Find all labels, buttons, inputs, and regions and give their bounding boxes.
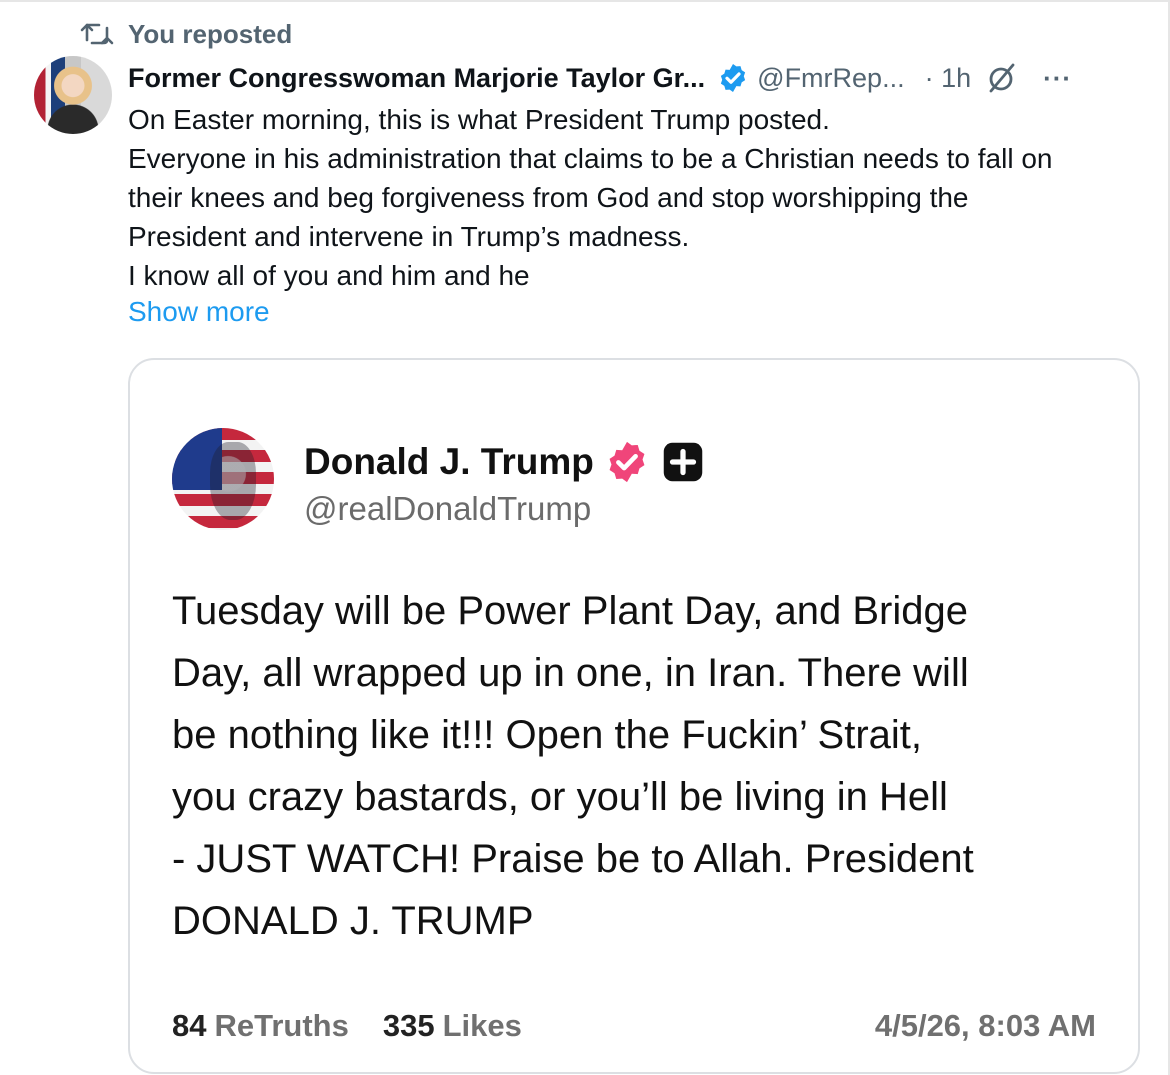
- show-more-link[interactable]: Show more: [128, 296, 270, 328]
- grok-icon[interactable]: [985, 61, 1019, 95]
- verified-badge-icon: [721, 64, 746, 92]
- tweet-text-line: Everyone in his administration that clai…: [128, 143, 1053, 174]
- frame-border-top: [0, 0, 1170, 2]
- quoted-text-line: be nothing like it!!! Open the Fuckin’ S…: [172, 713, 923, 757]
- quoted-text-line: - JUST WATCH! Praise be to Allah. Presid…: [172, 837, 974, 881]
- quoted-text-line: Tuesday will be Power Plant Day, and Bri…: [172, 589, 968, 633]
- quoted-text-line: Day, all wrapped up in one, in Iran. The…: [172, 651, 969, 695]
- author-avatar[interactable]: [34, 56, 112, 134]
- repost-indicator: You reposted: [80, 18, 292, 50]
- likes-count: 335: [382, 1008, 435, 1043]
- quoted-author-row: Donald J. Trump: [304, 438, 704, 486]
- quoted-post-stats: 84 ReTruths 335 Likes: [172, 1008, 522, 1044]
- quoted-author-handle: @realDonaldTrump: [304, 490, 592, 527]
- tweet-header: Former Congresswoman Marjorie Taylor Gr.…: [128, 58, 1138, 98]
- quoted-post-text: Tuesday will be Power Plant Day, and Bri…: [172, 580, 1112, 952]
- post-time[interactable]: · 1h: [925, 63, 972, 94]
- quoted-text-line: DONALD J. TRUMP: [172, 899, 534, 943]
- tweet-text: On Easter morning, this is what Presiden…: [128, 100, 1148, 295]
- retruths-label: ReTruths: [214, 1008, 349, 1043]
- likes-label: Likes: [442, 1008, 522, 1043]
- retruths-count: 84: [172, 1008, 207, 1043]
- quoted-post-card[interactable]: Donald J. Trump @realDonaldTrump Tuesday…: [128, 358, 1140, 1074]
- author-name[interactable]: Former Congresswoman Marjorie Taylor Gr.…: [128, 63, 705, 94]
- quoted-text-line: you crazy bastards, or you’ll be living …: [172, 775, 948, 819]
- verified-badge-icon: [609, 441, 645, 483]
- quoted-author-name: Donald J. Trump: [304, 441, 594, 482]
- repost-label: You reposted: [128, 18, 293, 49]
- quoted-author-avatar: [172, 428, 274, 530]
- more-options-icon[interactable]: ···: [1043, 63, 1072, 94]
- tweet-text-line: their knees and beg forgiveness from God…: [128, 182, 969, 213]
- tweet-text-line: President and intervene in Trump’s madne…: [128, 221, 690, 252]
- truth-social-plus-icon: [663, 442, 703, 482]
- author-handle[interactable]: @FmrRep...: [757, 63, 904, 94]
- tweet-text-line: On Easter morning, this is what Presiden…: [128, 104, 830, 135]
- repost-icon: [80, 23, 114, 45]
- quoted-post-timestamp: 4/5/26, 8:03 AM: [874, 1008, 1096, 1043]
- tweet-text-line: I know all of you and him and he: [128, 260, 530, 291]
